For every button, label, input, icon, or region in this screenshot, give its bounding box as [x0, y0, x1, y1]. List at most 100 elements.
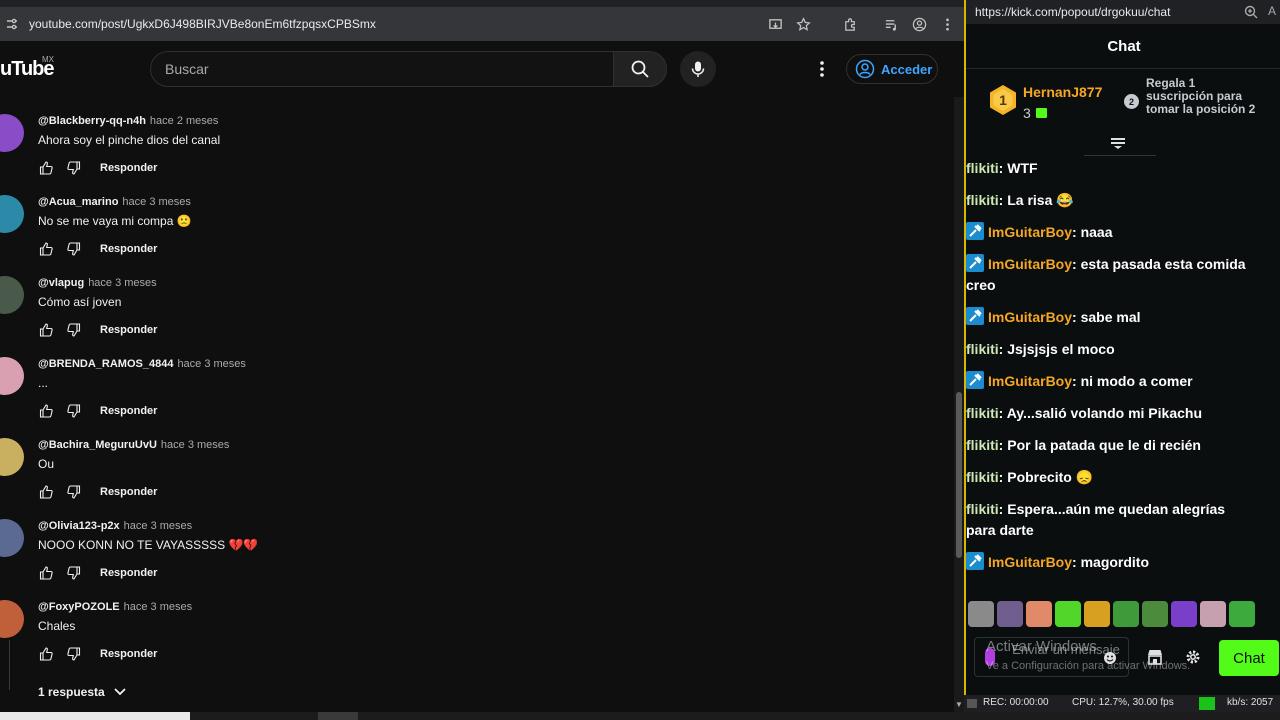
reply-button[interactable]: Responder: [100, 648, 157, 660]
view-replies-button[interactable]: 1 respuesta: [38, 685, 127, 699]
search-input[interactable]: [165, 61, 613, 77]
chat-username[interactable]: flikiti: [966, 341, 999, 357]
dislike-button[interactable]: [66, 646, 82, 662]
comment-author[interactable]: @BRENDA_RAMOS_4844: [38, 358, 173, 370]
dislike-button[interactable]: [66, 484, 82, 500]
comment-author[interactable]: @Acua_marino: [38, 196, 118, 208]
chat-username[interactable]: ImGuitarBoy: [988, 256, 1072, 272]
dislike-button[interactable]: [66, 322, 82, 338]
emote-icon[interactable]: [1142, 601, 1168, 627]
scrollbar-thumb[interactable]: [956, 392, 962, 558]
comment-author[interactable]: @Blackberry-qq-n4h: [38, 115, 146, 127]
avatar[interactable]: [0, 114, 24, 152]
like-button[interactable]: [38, 241, 54, 257]
zoom-icon[interactable]: [1244, 5, 1258, 19]
chat-username[interactable]: ImGuitarBoy: [988, 554, 1072, 570]
popout-address-bar[interactable]: https://kick.com/popout/drgokuu/chat A: [966, 0, 1280, 24]
chat-username[interactable]: flikiti: [966, 469, 999, 485]
profile-icon[interactable]: [908, 13, 930, 35]
comment-time[interactable]: hace 3 meses: [177, 358, 245, 370]
search-button[interactable]: [613, 51, 667, 87]
emote-icon[interactable]: [1200, 601, 1226, 627]
reply-button[interactable]: Responder: [100, 324, 157, 336]
chat-username[interactable]: flikiti: [966, 160, 999, 176]
url-text[interactable]: youtube.com/post/UgkxD6J498BIRJVBe8onEm6…: [29, 17, 761, 31]
comment-time[interactable]: hace 3 meses: [124, 520, 192, 532]
extensions-icon[interactable]: [839, 13, 861, 35]
comment-author[interactable]: @Bachira_MeguruUvU: [38, 439, 157, 451]
more-options-button[interactable]: [810, 57, 834, 81]
comment-author[interactable]: @FoxyPOZOLE: [38, 601, 120, 613]
like-button[interactable]: [38, 160, 54, 176]
comment-author[interactable]: @Olivia123-p2x: [38, 520, 120, 532]
emote-icon[interactable]: [1084, 601, 1110, 627]
avatar[interactable]: [0, 519, 24, 557]
like-button[interactable]: [38, 322, 54, 338]
taskbar-start-area[interactable]: [0, 712, 190, 720]
reply-button[interactable]: Responder: [100, 162, 157, 174]
avatar[interactable]: [0, 357, 24, 395]
comment-time[interactable]: hace 3 meses: [122, 196, 190, 208]
gift-leaderboard-banner[interactable]: 1 HernanJ877 3 2 Regala 1 suscripción pa…: [966, 70, 1280, 149]
reply-button[interactable]: Responder: [100, 567, 157, 579]
gift-sub-cta[interactable]: Regala 1 suscripción para tomar la posic…: [1146, 77, 1256, 116]
comment-time[interactable]: hace 2 meses: [150, 115, 218, 127]
avatar[interactable]: [0, 600, 24, 638]
emote-icon[interactable]: [1229, 601, 1255, 627]
like-button[interactable]: [38, 484, 54, 500]
thumbs-down-icon: [67, 647, 81, 661]
like-button[interactable]: [38, 565, 54, 581]
emote-icon[interactable]: [1113, 601, 1139, 627]
comment-time[interactable]: hace 3 meses: [88, 277, 156, 289]
chat-username[interactable]: flikiti: [966, 437, 999, 453]
emote-icon[interactable]: [1026, 601, 1052, 627]
emote-icon[interactable]: [1055, 601, 1081, 627]
taskbar-app-button[interactable]: [318, 712, 358, 720]
like-button[interactable]: [38, 403, 54, 419]
like-button[interactable]: [38, 646, 54, 662]
dislike-button[interactable]: [66, 241, 82, 257]
chat-username[interactable]: ImGuitarBoy: [988, 373, 1072, 389]
leaderboard-username[interactable]: HernanJ877: [1023, 84, 1102, 100]
collapse-banner-icon[interactable]: [1110, 138, 1126, 150]
chat-username[interactable]: ImGuitarBoy: [988, 309, 1072, 325]
chat-message: ImGuitarBoy: naaa: [966, 222, 1266, 243]
chat-username[interactable]: flikiti: [966, 501, 999, 517]
avatar[interactable]: [0, 438, 24, 476]
reply-button[interactable]: Responder: [100, 243, 157, 255]
dislike-button[interactable]: [66, 403, 82, 419]
install-app-icon[interactable]: [764, 13, 786, 35]
chat-username[interactable]: flikiti: [966, 405, 999, 421]
comment-time[interactable]: hace 3 meses: [161, 439, 229, 451]
site-settings-icon[interactable]: [5, 17, 19, 31]
store-icon[interactable]: [1146, 648, 1164, 666]
dislike-button[interactable]: [66, 160, 82, 176]
search-box[interactable]: [150, 51, 614, 87]
send-chat-button[interactable]: Chat: [1219, 640, 1279, 676]
reply-button[interactable]: Responder: [100, 405, 157, 417]
dislike-button[interactable]: [66, 565, 82, 581]
comment-time[interactable]: hace 3 meses: [124, 601, 192, 613]
reply-button[interactable]: Responder: [100, 486, 157, 498]
popout-url-text[interactable]: https://kick.com/popout/drgokuu/chat: [975, 5, 1170, 19]
bookmark-star-icon[interactable]: [792, 13, 814, 35]
chat-username[interactable]: flikiti: [966, 192, 999, 208]
media-controls-icon[interactable]: [880, 13, 902, 35]
comment-author[interactable]: @vlapug: [38, 277, 84, 289]
scroll-down-arrow-icon[interactable]: ▼: [955, 700, 963, 709]
thumbs-down-icon: [67, 485, 81, 499]
sign-in-button[interactable]: Acceder: [846, 54, 938, 84]
browser-menu-icon[interactable]: [936, 13, 958, 35]
voice-search-button[interactable]: [680, 51, 716, 87]
youtube-browser-window: youtube.com/post/UgkxD6J498BIRJVBe8onEm6…: [0, 0, 964, 712]
emote-icon[interactable]: [968, 601, 994, 627]
chat-message-list: flikiti: WTF flikiti: La risa 😂 ImGuitarBo…: [966, 158, 1266, 584]
avatar[interactable]: [0, 195, 24, 233]
avatar[interactable]: [0, 276, 24, 314]
address-bar[interactable]: youtube.com/post/UgkxD6J498BIRJVBe8onEm6…: [0, 7, 964, 41]
comment-meta: @Acua_marino hace 3 meses: [38, 196, 191, 208]
gear-icon[interactable]: [1184, 648, 1202, 666]
emote-icon[interactable]: [1171, 601, 1197, 627]
emote-icon[interactable]: [997, 601, 1023, 627]
chat-username[interactable]: ImGuitarBoy: [988, 224, 1072, 240]
